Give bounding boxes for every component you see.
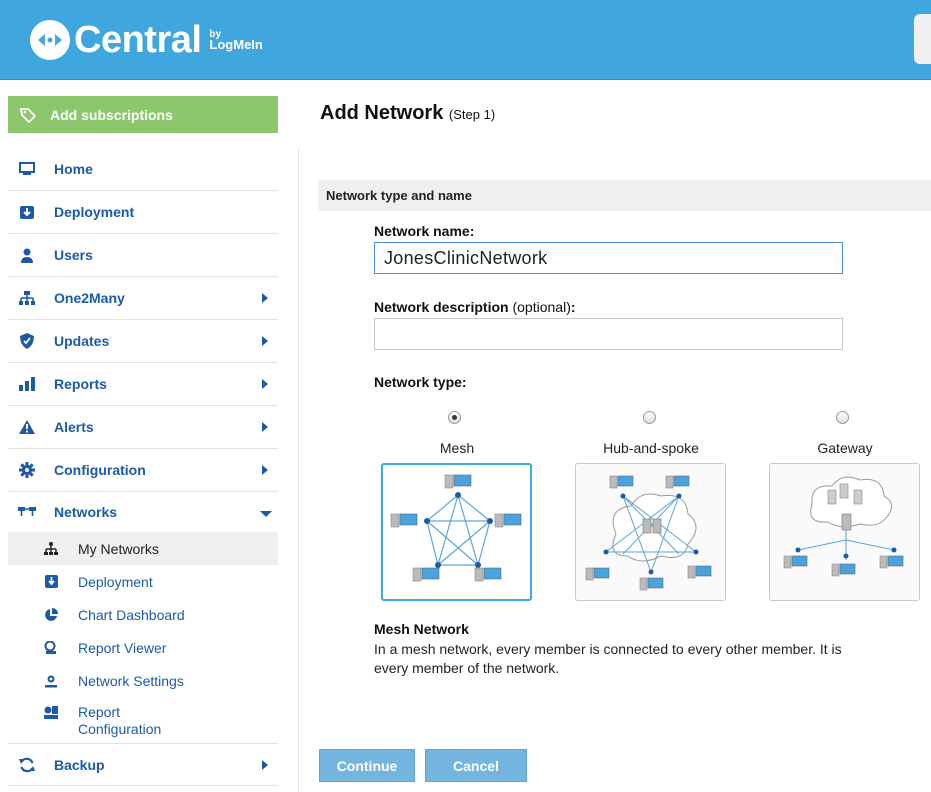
continue-button[interactable]: Continue	[319, 749, 415, 782]
warning-icon	[18, 419, 36, 435]
network-name-label: Network name:	[374, 223, 475, 239]
chevron-right-icon	[262, 422, 268, 432]
nav-label: Deployment	[54, 204, 135, 220]
report-viewer-icon	[44, 640, 58, 655]
description-line-1: In a mesh network, every member is conne…	[374, 641, 842, 657]
sidebar: Add subscriptions Home Deployment Users …	[0, 80, 288, 792]
sidebar-item-network-deployment[interactable]: Deployment	[8, 565, 278, 598]
network-icon	[18, 504, 36, 520]
sub-label: Report Configuration	[78, 704, 162, 737]
hub-and-spoke-radio[interactable]	[643, 411, 656, 424]
gateway-radio[interactable]	[836, 411, 849, 424]
download-icon	[44, 575, 58, 589]
central-logo[interactable]: Central by LogMeIn	[30, 20, 263, 60]
page-step: (Step 1)	[448, 107, 496, 122]
shield-icon	[18, 333, 36, 349]
nav-label: Alerts	[54, 419, 94, 435]
brand-byline: by LogMeIn	[209, 29, 263, 52]
nav-label: Backup	[54, 756, 105, 773]
nav-item-home[interactable]: Home	[8, 148, 278, 191]
add-subscriptions-button[interactable]: Add subscriptions	[8, 96, 278, 133]
section-header: Network type and name	[318, 180, 931, 211]
sub-label: Report Viewer	[78, 639, 167, 656]
nav-item-deployment[interactable]: Deployment	[8, 191, 278, 234]
desc-colon: :	[570, 299, 576, 315]
desc-label-text: Network description	[374, 299, 509, 315]
mesh-label: Mesh	[439, 440, 475, 456]
download-icon	[18, 204, 36, 220]
network-description-input[interactable]	[374, 318, 843, 350]
chevron-right-icon	[262, 465, 268, 475]
nav-label: Configuration	[54, 462, 146, 478]
bar-chart-icon	[18, 376, 36, 392]
description-line-2: every member of the network.	[374, 660, 560, 676]
sidebar-item-report-configuration[interactable]: Report Configuration	[8, 697, 278, 743]
nav-label: Updates	[54, 333, 110, 349]
nav-item-one2many[interactable]: One2Many	[8, 277, 278, 320]
nav-label: Home	[54, 161, 93, 177]
chevron-right-icon	[262, 379, 268, 389]
gateway-label: Gateway	[817, 440, 873, 456]
nav-item-backup[interactable]: Backup	[8, 743, 278, 786]
brand-name: Central	[74, 19, 202, 61]
chevron-right-icon	[262, 336, 268, 346]
main-nav: Home Deployment Users One2Many Updates R…	[8, 148, 278, 786]
network-type-label: Network type:	[374, 374, 467, 390]
nav-label: Networks	[54, 504, 118, 520]
nav-label: Reports	[54, 376, 107, 392]
mesh-radio[interactable]	[448, 411, 461, 424]
logmein-logo-icon	[30, 20, 70, 60]
chevron-right-icon	[262, 293, 268, 303]
chevron-down-icon	[260, 511, 272, 517]
add-subscriptions-label: Add subscriptions	[50, 106, 173, 123]
network-name-input[interactable]: JonesClinicNetwork	[374, 242, 843, 274]
hierarchy-icon	[18, 290, 36, 306]
sub-label: Chart Dashboard	[78, 606, 185, 623]
sidebar-item-chart-dashboard[interactable]: Chart Dashboard	[8, 598, 278, 631]
nav-item-networks[interactable]: Networks	[8, 492, 278, 532]
cancel-button[interactable]: Cancel	[425, 749, 527, 782]
pie-chart-icon	[44, 607, 58, 622]
header-search-edge[interactable]	[914, 14, 931, 64]
desc-optional-text: (optional)	[512, 299, 571, 315]
refresh-icon	[18, 757, 36, 773]
gateway-diagram-icon	[783, 476, 904, 577]
mesh-network-card[interactable]	[381, 463, 532, 601]
nav-item-updates[interactable]: Updates	[8, 320, 278, 363]
nav-item-configuration[interactable]: Configuration	[8, 449, 278, 492]
nav-item-reports[interactable]: Reports	[8, 363, 278, 406]
settings-icon	[44, 674, 58, 688]
hub-and-spoke-diagram-icon	[585, 475, 712, 591]
sub-label: Network Settings	[78, 672, 184, 689]
chevron-right-icon	[262, 760, 268, 770]
gateway-network-card[interactable]	[769, 463, 920, 601]
sidebar-divider	[298, 148, 299, 792]
sidebar-item-report-viewer[interactable]: Report Viewer	[8, 631, 278, 664]
nav-item-alerts[interactable]: Alerts	[8, 406, 278, 449]
nav-item-users[interactable]: Users	[8, 234, 278, 277]
report-config-icon	[44, 706, 58, 720]
top-header: Central by LogMeIn	[0, 0, 931, 80]
nav-label: One2Many	[54, 290, 125, 306]
hub-and-spoke-label: Hub-and-spoke	[603, 440, 699, 456]
network-type-description: In a mesh network, every member is conne…	[374, 640, 931, 678]
page-title: Add Network (Step 1)	[320, 102, 495, 125]
network-type-description-title: Mesh Network	[374, 621, 469, 637]
nav-label: Users	[54, 247, 93, 263]
network-description-label: Network description (optional):	[374, 299, 576, 315]
gear-icon	[18, 462, 36, 478]
sidebar-item-network-settings[interactable]: Network Settings	[8, 664, 278, 697]
hub-and-spoke-network-card[interactable]	[575, 463, 726, 601]
sidebar-item-my-networks[interactable]: My Networks	[8, 532, 278, 565]
mesh-diagram-icon	[390, 474, 522, 582]
tag-icon	[20, 107, 36, 123]
user-icon	[18, 247, 36, 263]
sub-label: My Networks	[78, 540, 159, 557]
page-title-text: Add Network	[320, 102, 444, 124]
network-tree-icon	[44, 541, 58, 556]
monitor-icon	[18, 161, 36, 177]
sub-label: Deployment	[78, 573, 153, 590]
